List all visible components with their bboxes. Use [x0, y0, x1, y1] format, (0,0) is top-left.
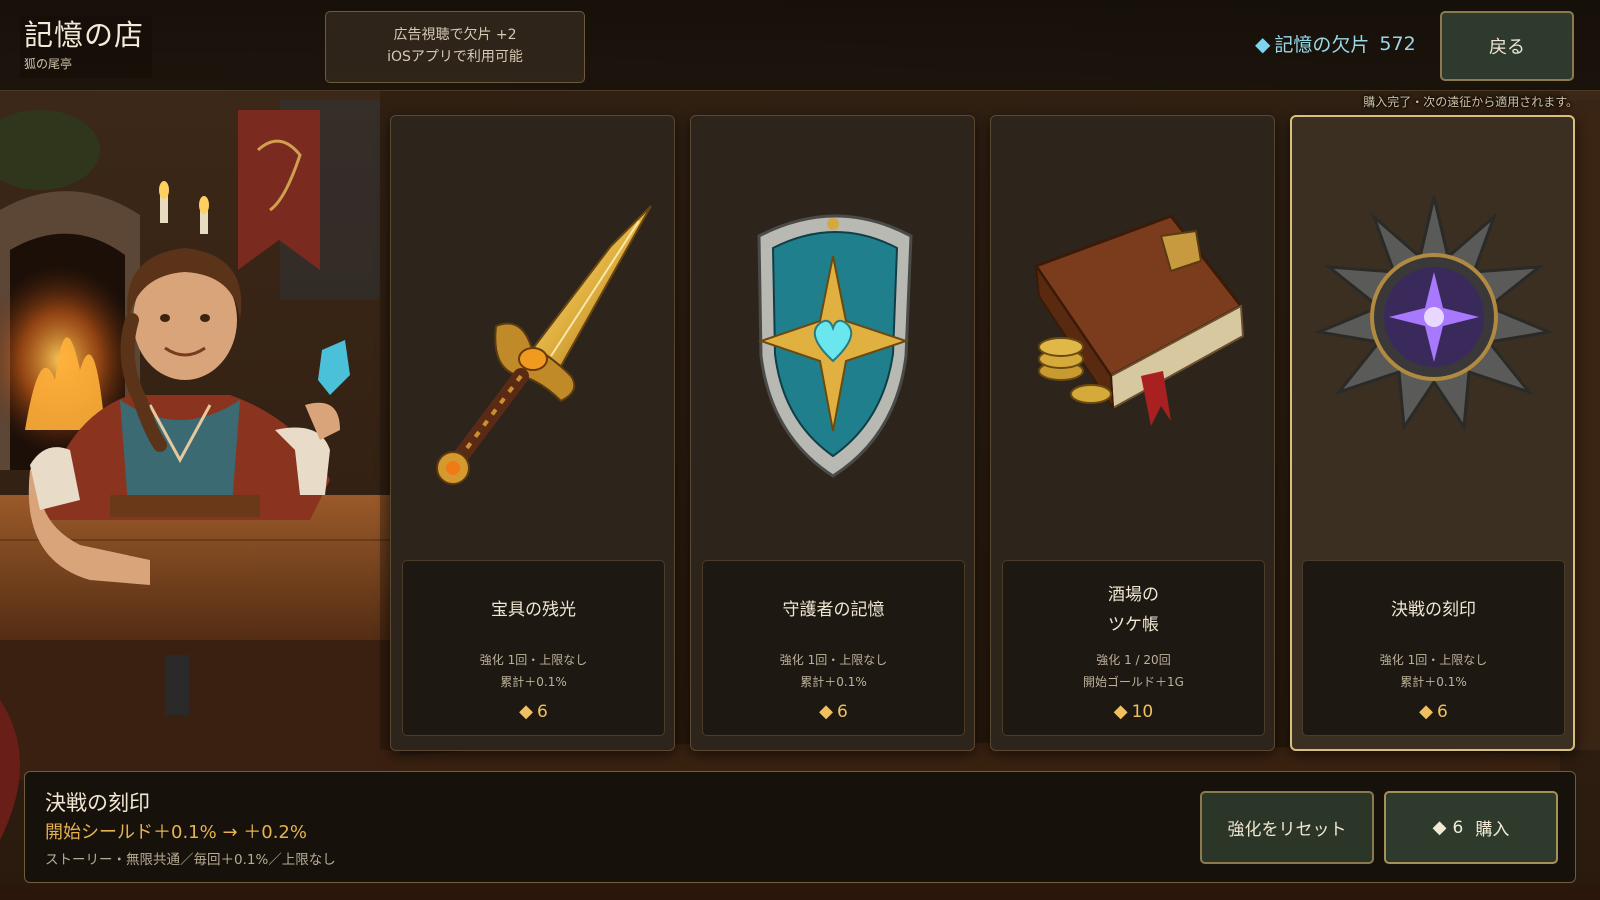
item-detail-panel: 決戦の刻印 開始シールド＋0.1% → ＋0.2% ストーリー・無限共通／毎回＋… [24, 771, 1576, 883]
detail-item-name: 決戦の刻印 [45, 791, 150, 815]
item-card-guardian-memory[interactable]: 守護者の記憶 強化 1回・上限なし 累計＋0.1% ◆ 6 [690, 115, 975, 751]
ad-reward-button[interactable]: 広告視聴で欠片 +2 iOSアプリで利用可能 [325, 11, 585, 83]
item-price-value: 6 [537, 701, 548, 722]
item-upgrade-count: 強化 1 / 20回 [1096, 653, 1171, 667]
buy-price: 6 [1452, 817, 1464, 838]
item-price-value: 6 [1437, 701, 1448, 722]
detail-note: ストーリー・無限共通／毎回＋0.1%／上限なし [45, 852, 336, 868]
item-price: ◆ 10 [1003, 701, 1264, 722]
item-description: 強化 1回・上限なし 累計＋0.1% [703, 649, 964, 693]
item-card-tavern-tab-ledger[interactable]: 酒場の ツケ帳 強化 1 / 20回 開始ゴールド＋1G ◆ 10 [990, 115, 1275, 751]
item-info-panel: 決戦の刻印 強化 1回・上限なし 累計＋0.1% ◆ 6 [1302, 560, 1565, 736]
item-description: 強化 1回・上限なし 累計＋0.1% [1303, 649, 1564, 693]
diamond-icon: ◆ [1432, 817, 1447, 838]
buy-button[interactable]: ◆ 6 購入 [1384, 791, 1558, 864]
item-upgrade-count: 強化 1回・上限なし [479, 653, 588, 667]
currency-display: ◆ 記憶の欠片 572 [1255, 30, 1416, 57]
item-name: 守護者の記憶 [782, 600, 885, 621]
item-description: 強化 1回・上限なし 累計＋0.1% [403, 649, 664, 693]
ad-availability-label: iOSアプリで利用可能 [387, 49, 523, 65]
item-name: 酒場の ツケ帳 [1108, 585, 1159, 635]
heart-shield-icon [757, 214, 913, 478]
back-button[interactable]: 戻る [1440, 11, 1574, 81]
item-price-value: 10 [1131, 701, 1154, 722]
diamond-icon: ◆ [1255, 31, 1271, 56]
currency-label: 記憶の欠片 [1274, 34, 1370, 56]
item-info-panel: 守護者の記憶 強化 1回・上限なし 累計＋0.1% ◆ 6 [702, 560, 965, 736]
ad-reward-label: 広告視聴で欠片 +2 [393, 27, 517, 44]
page-title: 記憶の店 [24, 18, 145, 52]
item-info-panel: 宝具の残光 強化 1回・上限なし 累計＋0.1% ◆ 6 [402, 560, 665, 736]
item-effect: 開始ゴールド＋1G [1083, 675, 1184, 690]
item-info-panel: 酒場の ツケ帳 強化 1 / 20回 開始ゴールド＋1G ◆ 10 [1002, 560, 1265, 736]
item-price: ◆ 6 [703, 701, 964, 722]
item-name: 宝具の残光 [491, 600, 576, 621]
item-name: 決戦の刻印 [1391, 600, 1476, 621]
currency-value: 572 [1379, 32, 1416, 55]
spiked-sigil-icon [1313, 196, 1555, 432]
diamond-icon: ◆ [1113, 701, 1128, 722]
buy-label: 購入 [1475, 820, 1510, 840]
diamond-icon: ◆ [1419, 701, 1433, 722]
item-card-decisive-sigil[interactable]: 決戦の刻印 強化 1回・上限なし 累計＋0.1% ◆ 6 [1290, 115, 1575, 751]
page-subtitle: 狐の尾亭 [24, 56, 73, 71]
diamond-icon: ◆ [819, 701, 833, 722]
item-price-value: 6 [837, 701, 848, 722]
item-upgrade-count: 強化 1回・上限なし [779, 653, 888, 667]
title-block: 記憶の店 狐の尾亭 [20, 16, 153, 78]
item-upgrade-count: 強化 1回・上限なし [1379, 653, 1488, 667]
item-effect: 累計＋0.1% [1400, 675, 1467, 690]
diamond-icon: ◆ [519, 701, 533, 722]
item-description: 強化 1 / 20回 開始ゴールド＋1G [1003, 649, 1264, 693]
detail-effect-change: 開始シールド＋0.1% → ＋0.2% [45, 822, 307, 843]
item-price: ◆ 6 [1303, 701, 1564, 722]
reset-upgrade-button[interactable]: 強化をリセット [1200, 791, 1374, 864]
item-effect: 累計＋0.1% [800, 675, 867, 690]
item-price: ◆ 6 [403, 701, 664, 722]
purchase-notice: 購入完了・次の遠征から適用されます。 [1363, 95, 1578, 109]
header-bar: 記憶の店 狐の尾亭 広告視聴で欠片 +2 iOSアプリで利用可能 ◆ 記憶の欠片… [0, 0, 1600, 91]
item-effect: 累計＋0.1% [500, 675, 567, 690]
golden-dagger-icon [436, 205, 652, 485]
ledger-book-icon [1033, 214, 1245, 426]
item-card-treasure-afterglow[interactable]: 宝具の残光 強化 1回・上限なし 累計＋0.1% ◆ 6 [390, 115, 675, 751]
shop-scene: 記憶の店 狐の尾亭 広告視聴で欠片 +2 iOSアプリで利用可能 ◆ 記憶の欠片… [0, 0, 1600, 900]
